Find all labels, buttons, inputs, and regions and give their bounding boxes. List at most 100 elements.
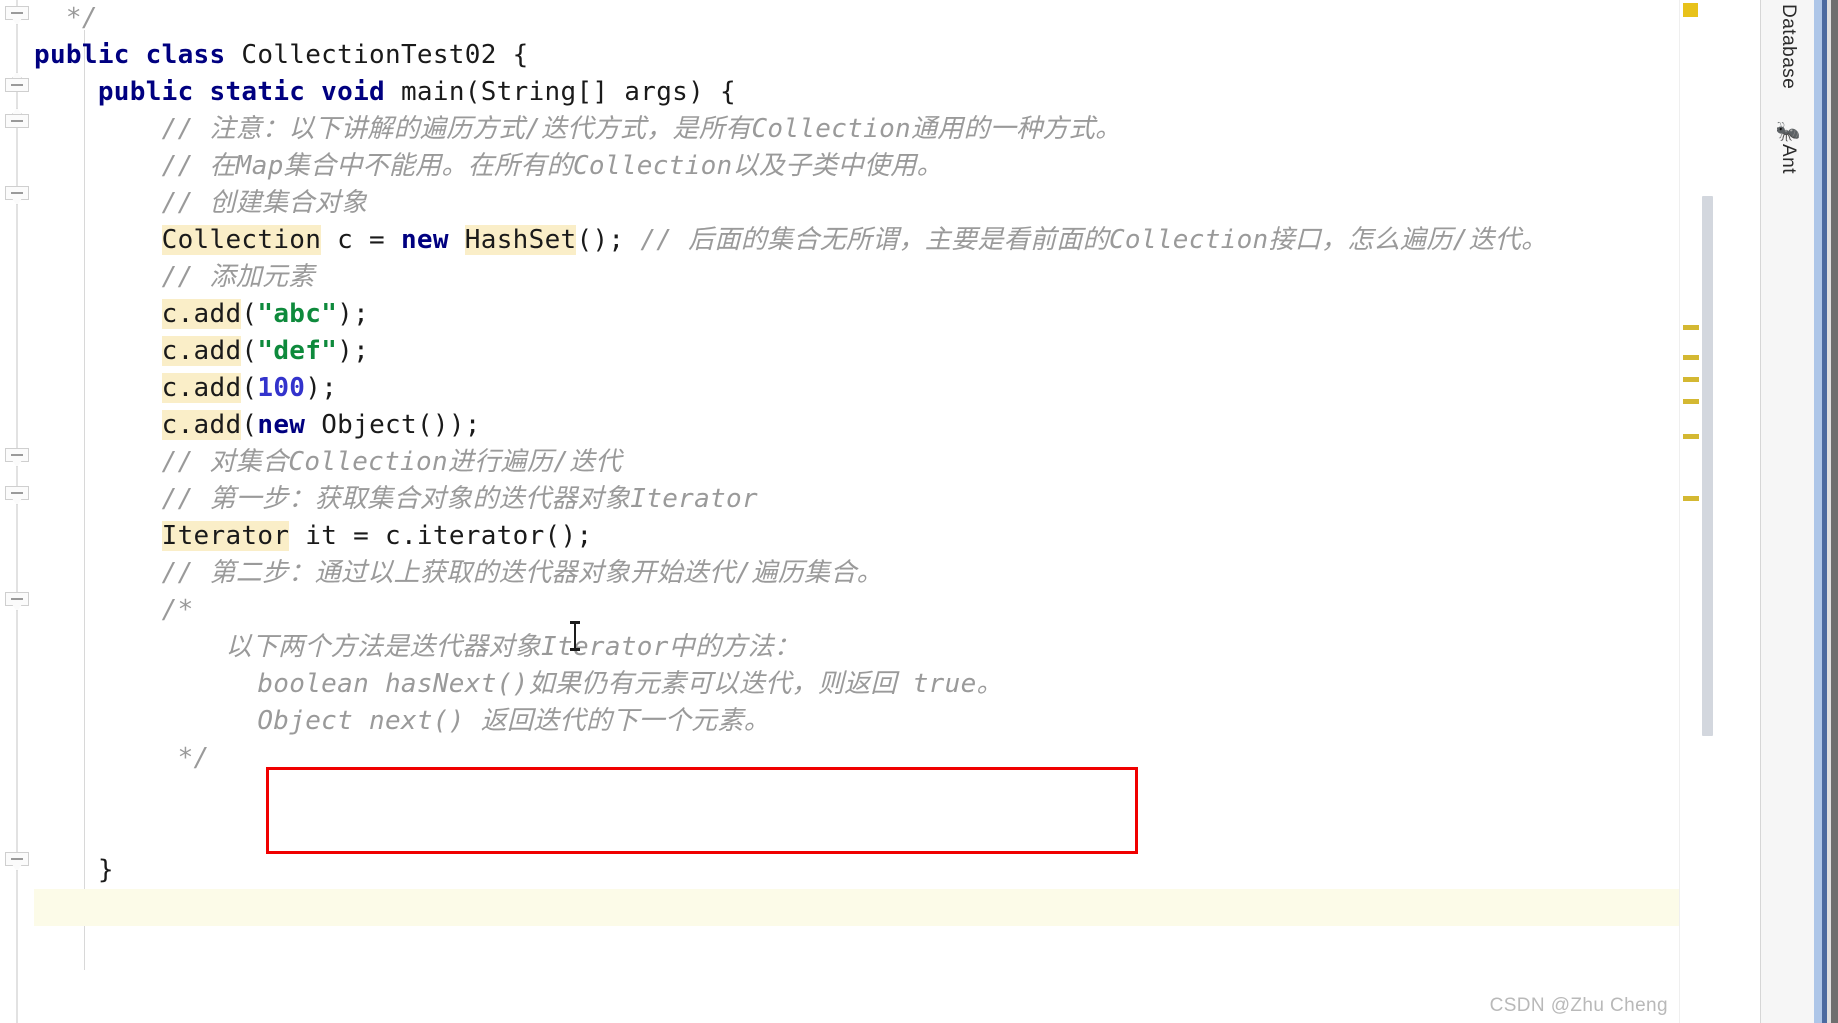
stripe-warning-mark[interactable] bbox=[1683, 399, 1699, 404]
fold-toggle-icon[interactable] bbox=[5, 6, 29, 25]
tool-window-tab-ant[interactable]: 🐜 Ant bbox=[1761, 118, 1815, 178]
code-token: c.add bbox=[161, 299, 242, 329]
code-token: /* bbox=[34, 595, 194, 625]
code-token: (); bbox=[576, 225, 641, 255]
code-token: "abc" bbox=[257, 299, 338, 329]
fold-toggle-icon[interactable] bbox=[5, 186, 29, 205]
code-token: ); bbox=[305, 373, 338, 403]
code-token: // 添加元素 bbox=[34, 262, 315, 292]
code-line: c.add("abc"); bbox=[34, 296, 1679, 333]
stripe-warning-mark[interactable] bbox=[1683, 355, 1699, 360]
code-token: 以下两个方法是迭代器对象Iterator中的方法： bbox=[34, 632, 801, 662]
code-line: public class CollectionTest02 { bbox=[34, 37, 1679, 74]
code-token: new bbox=[400, 225, 465, 255]
fold-toggle-icon[interactable] bbox=[5, 852, 29, 871]
tool-window-tab-label: Database bbox=[1778, 4, 1799, 90]
code-token: main(String[] args) { bbox=[400, 77, 736, 107]
code-token: // 注意：以下讲解的遍历方式/迭代方式，是所有Collection通用的一种方… bbox=[34, 114, 1122, 144]
code-line: Iterator it = c.iterator(); bbox=[34, 518, 1679, 555]
code-token: boolean hasNext()如果仍有元素可以迭代，则返回 true。 bbox=[34, 669, 1003, 699]
code-token: ( bbox=[241, 373, 258, 403]
code-token: // 第一步：获取集合对象的迭代器对象Iterator bbox=[34, 484, 758, 514]
caret-row-highlight bbox=[34, 889, 1679, 926]
code-token: // 后面的集合无所谓，主要是看前面的Collection接口，怎么遍历/迭代。 bbox=[640, 225, 1548, 255]
code-token: Object next() 返回迭代的下一个元素。 bbox=[34, 706, 770, 736]
code-token: // 对集合Collection进行遍历/迭代 bbox=[34, 447, 622, 477]
code-token: c.add bbox=[161, 410, 242, 440]
window-chrome-strip-1 bbox=[1814, 0, 1822, 1023]
code-token: it = c.iterator(); bbox=[289, 521, 593, 551]
watermark-text: CSDN @Zhu Cheng bbox=[1489, 995, 1668, 1016]
code-token: "def" bbox=[257, 336, 338, 366]
code-line: boolean hasNext()如果仍有元素可以迭代，则返回 true。 bbox=[34, 666, 1679, 703]
code-token: c.add bbox=[161, 336, 242, 366]
code-line: 以下两个方法是迭代器对象Iterator中的方法： bbox=[34, 629, 1679, 666]
code-token: HashSet bbox=[464, 225, 577, 255]
fold-toggle-icon[interactable] bbox=[5, 108, 29, 133]
code-line: // 第二步：通过以上获取的迭代器对象开始迭代/遍历集合。 bbox=[34, 555, 1679, 592]
ide-window: */ public class CollectionTest02 { public… bbox=[0, 0, 1838, 1023]
code-line: c.add("def"); bbox=[34, 333, 1679, 370]
code-line: // 创建集合对象 bbox=[34, 185, 1679, 222]
fold-toggle-icon[interactable] bbox=[5, 72, 29, 97]
red-highlight-box bbox=[266, 767, 1138, 854]
code-token: Iterator bbox=[161, 521, 290, 551]
stripe-status-icon[interactable] bbox=[1683, 3, 1698, 17]
stripe-warning-mark[interactable] bbox=[1683, 325, 1699, 330]
ant-icon: 🐜 bbox=[1775, 119, 1801, 143]
code-token: ( bbox=[241, 410, 258, 440]
fold-toggle-icon[interactable] bbox=[5, 486, 29, 505]
text-cursor-icon bbox=[570, 621, 580, 651]
code-token: 100 bbox=[257, 373, 306, 403]
code-token: ); bbox=[337, 299, 370, 329]
code-line: /* bbox=[34, 592, 1679, 629]
vertical-scrollbar-thumb[interactable] bbox=[1702, 196, 1713, 736]
code-line: // 在Map集合中不能用。在所有的Collection以及子类中使用。 bbox=[34, 148, 1679, 185]
code-token: public static void bbox=[97, 77, 401, 107]
fold-toggle-icon[interactable] bbox=[5, 592, 29, 611]
window-chrome-strip-4 bbox=[1831, 0, 1838, 1023]
code-token: } bbox=[34, 855, 114, 885]
code-line: // 第一步：获取集合对象的迭代器对象Iterator bbox=[34, 481, 1679, 518]
code-token: c = bbox=[321, 225, 401, 255]
code-line: c.add(100); bbox=[34, 370, 1679, 407]
code-line: */ bbox=[34, 0, 1679, 37]
code-token: CollectionTest02 { bbox=[241, 40, 529, 70]
tool-window-tab-label: Ant bbox=[1778, 144, 1799, 175]
fold-toggle-icon[interactable] bbox=[5, 448, 29, 467]
code-fold-gutter bbox=[0, 0, 34, 1023]
code-token: public class bbox=[34, 40, 242, 70]
stripe-warning-mark[interactable] bbox=[1683, 496, 1699, 501]
code-line: // 注意：以下讲解的遍历方式/迭代方式，是所有Collection通用的一种方… bbox=[34, 111, 1679, 148]
code-token: // 在Map集合中不能用。在所有的Collection以及子类中使用。 bbox=[34, 151, 943, 181]
code-editor-pane[interactable]: */ public class CollectionTest02 { public… bbox=[34, 0, 1679, 1023]
code-token: Object()); bbox=[321, 410, 481, 440]
code-token: // 第二步：通过以上获取的迭代器对象开始迭代/遍历集合。 bbox=[34, 558, 883, 588]
code-line: } bbox=[34, 852, 1679, 889]
code-line: Collection c = new HashSet(); // 后面的集合无所… bbox=[34, 222, 1679, 259]
code-line: Object next() 返回迭代的下一个元素。 bbox=[34, 703, 1679, 740]
code-token: Collection bbox=[161, 225, 322, 255]
code-line: // 添加元素 bbox=[34, 259, 1679, 296]
code-line: // 对集合Collection进行遍历/迭代 bbox=[34, 444, 1679, 481]
code-line: public static void main(String[] args) { bbox=[34, 74, 1679, 111]
stripe-warning-mark[interactable] bbox=[1683, 434, 1699, 439]
code-token: // 创建集合对象 bbox=[34, 188, 368, 218]
code-line: c.add(new Object()); bbox=[34, 407, 1679, 444]
code-token: c.add bbox=[161, 373, 242, 403]
code-token: new bbox=[257, 410, 322, 440]
tool-window-tab-database[interactable]: Database bbox=[1761, 4, 1815, 93]
code-token: */ bbox=[34, 743, 210, 773]
stripe-warning-mark[interactable] bbox=[1683, 377, 1699, 382]
code-token: */ bbox=[34, 3, 98, 33]
code-token: ( bbox=[241, 336, 258, 366]
error-stripe-gutter[interactable] bbox=[1679, 0, 1702, 1023]
tool-window-bar-right: Database 🐜 Ant bbox=[1760, 0, 1815, 1023]
